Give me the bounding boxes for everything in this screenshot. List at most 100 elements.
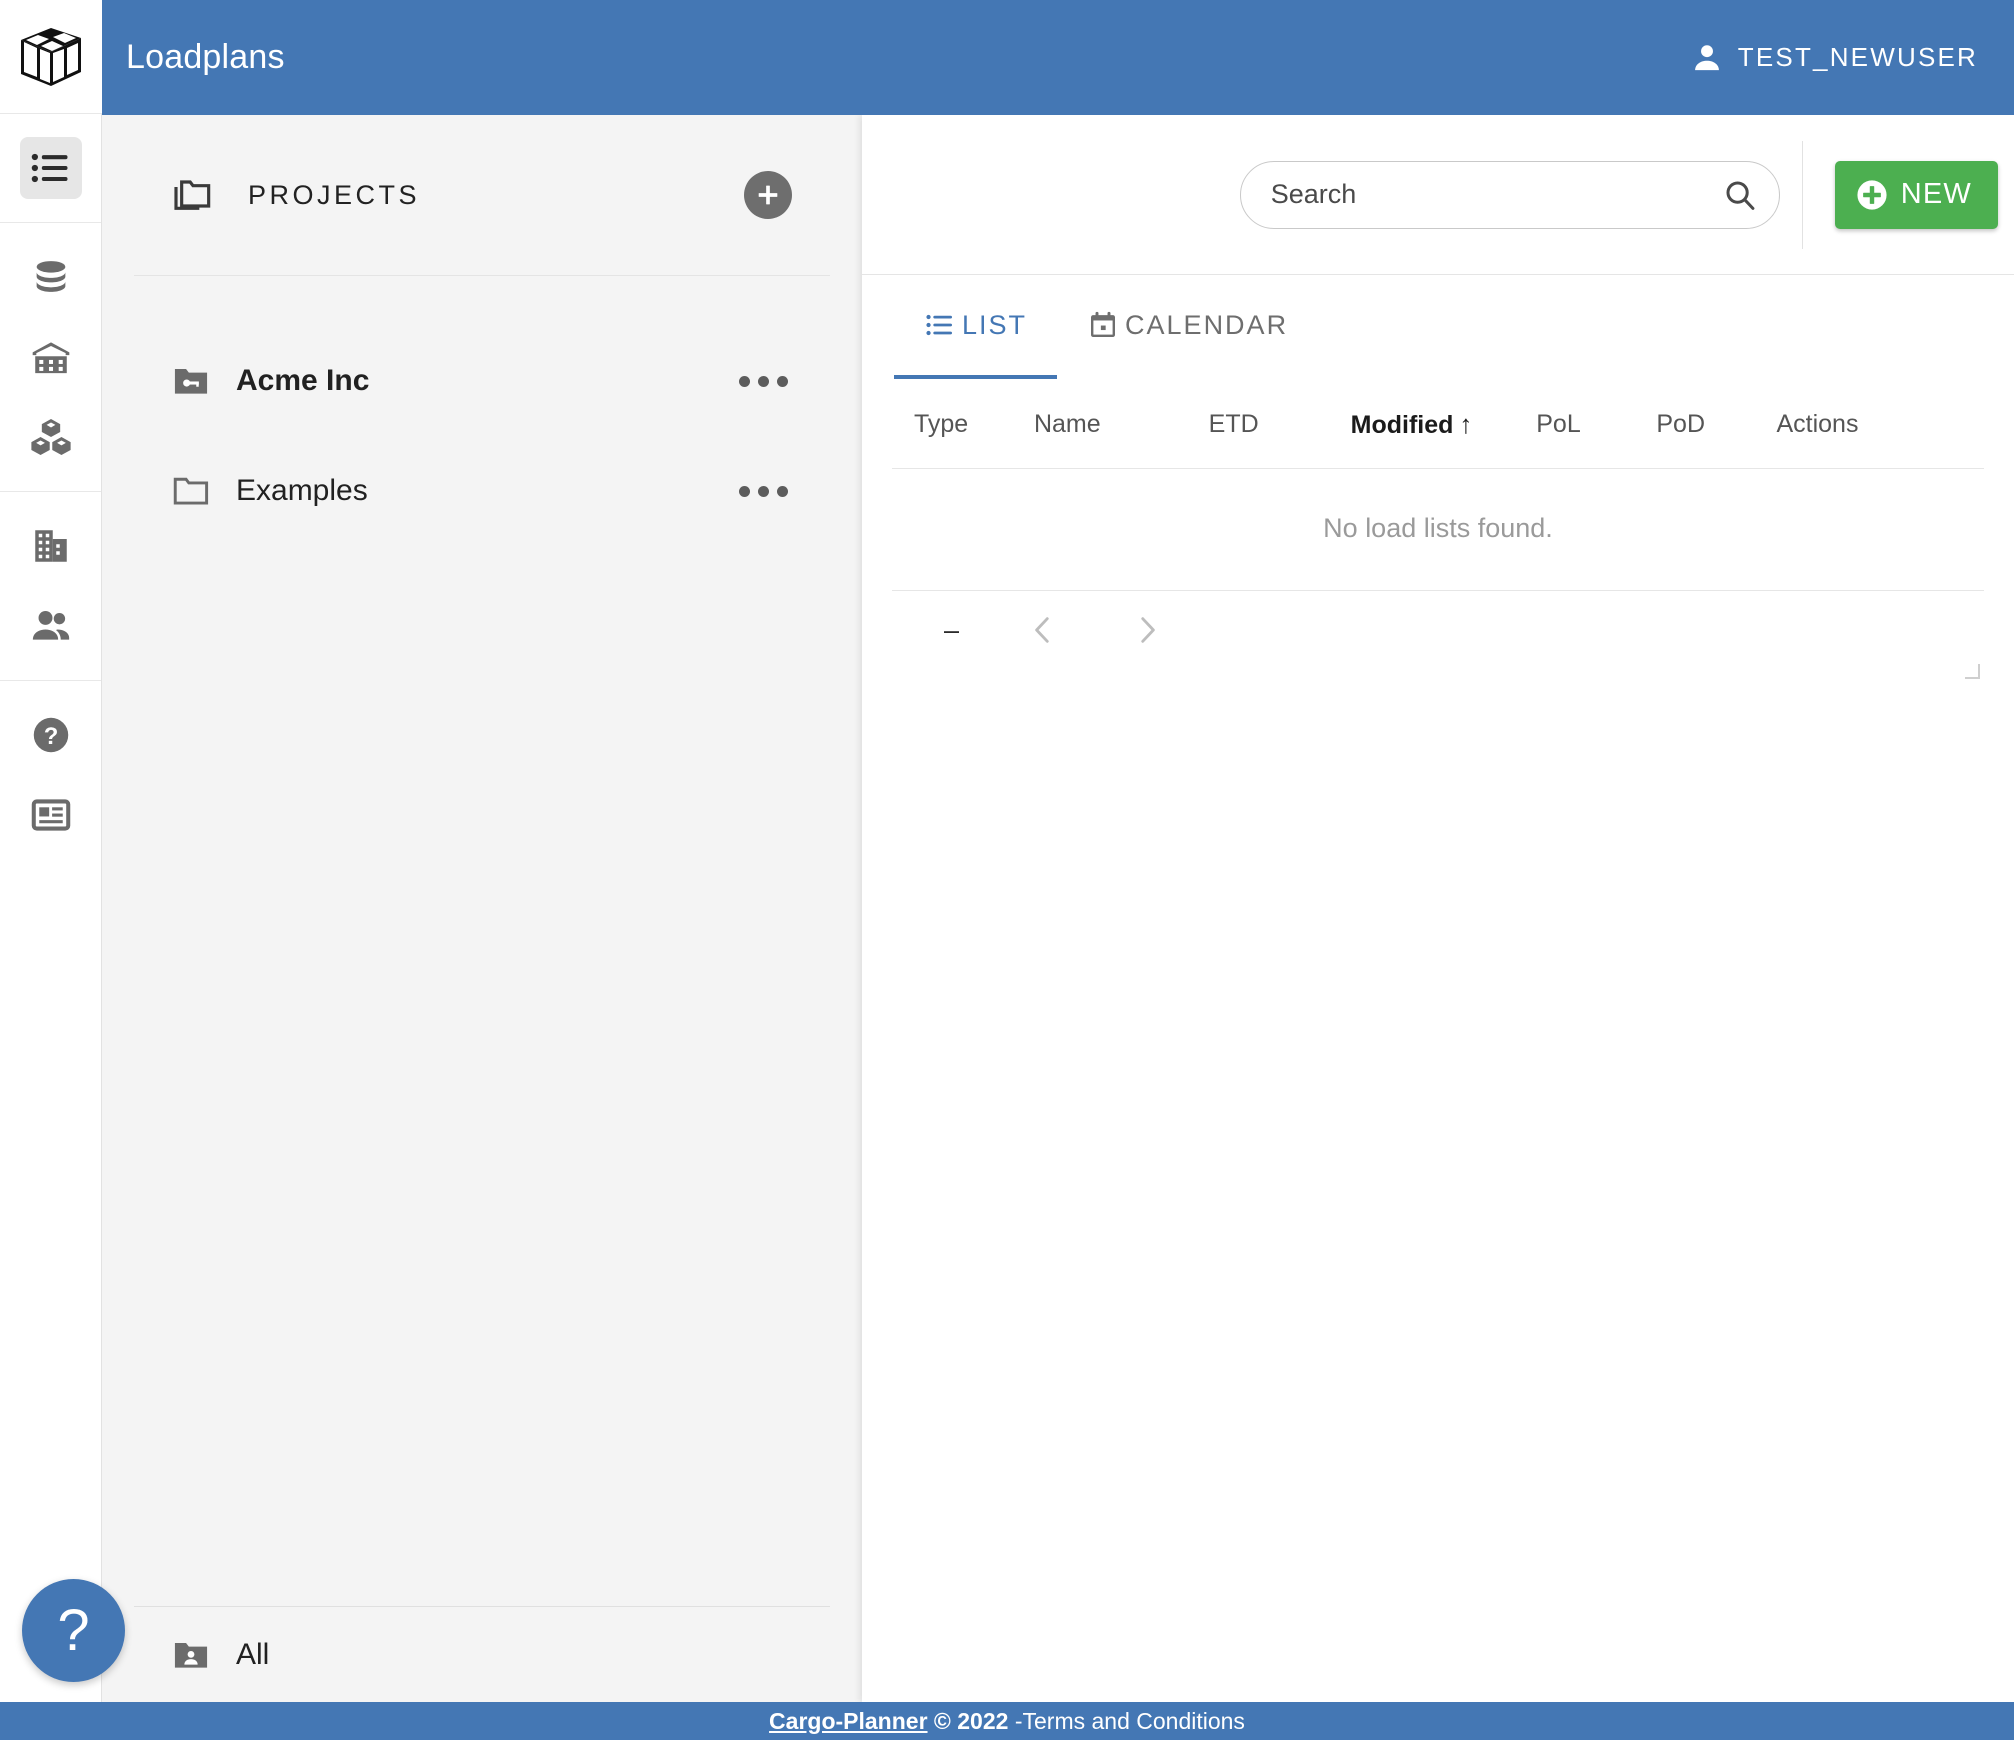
sidebar-item-users[interactable]	[0, 586, 102, 666]
table-resize-handle[interactable]	[1964, 663, 1982, 681]
page-title: Loadplans	[126, 38, 285, 77]
column-header-pod[interactable]: PoD	[1656, 379, 1776, 469]
app-logo[interactable]	[0, 0, 102, 114]
tab-list[interactable]: LIST	[894, 275, 1057, 379]
rail-group-primary	[0, 114, 101, 223]
sidebar-item-help[interactable]: ?	[0, 695, 102, 775]
user-menu[interactable]: TEST_NEWUSER	[1690, 41, 1990, 75]
plus-icon	[755, 182, 781, 208]
pagination-controls: –	[892, 591, 1984, 671]
column-label: PoL	[1536, 410, 1580, 438]
project-options-button[interactable]	[735, 366, 792, 397]
tab-label: LIST	[962, 310, 1027, 341]
column-label: PoD	[1656, 410, 1705, 438]
help-floating-button[interactable]: ?	[22, 1579, 125, 1682]
column-label: Modified	[1351, 411, 1454, 439]
article-icon	[29, 793, 73, 837]
column-header-name[interactable]: Name	[1034, 379, 1209, 469]
footer-brand-link[interactable]: Cargo-Planner	[769, 1708, 927, 1734]
previous-page-button[interactable]	[1018, 609, 1068, 651]
folder-shared-icon	[172, 1638, 210, 1672]
sidebar-item-warehouse[interactable]	[0, 317, 102, 397]
main-toolbar: NEW	[862, 115, 2014, 275]
search-input[interactable]	[1240, 161, 1780, 229]
page-indicator: –	[944, 615, 964, 646]
footer-bar: Cargo-Planner © 2022 -Terms and Conditio…	[0, 1702, 2014, 1740]
column-header-etd[interactable]: ETD	[1209, 379, 1351, 469]
project-options-button[interactable]	[735, 476, 792, 507]
sidebar-item-storage[interactable]	[0, 237, 102, 317]
main-content: NEW LIST CALENDAR	[862, 115, 2014, 1702]
footer-terms-link[interactable]: -Terms and Conditions	[1015, 1708, 1245, 1734]
view-tabs: LIST CALENDAR	[862, 275, 2014, 379]
project-row-acme-inc[interactable]: Acme Inc	[102, 326, 862, 436]
project-list: Acme Inc Examples	[102, 326, 862, 546]
building-icon	[30, 525, 72, 567]
person-icon	[1690, 41, 1724, 75]
chevron-left-icon	[1026, 613, 1060, 647]
all-label: All	[236, 1638, 269, 1672]
loadlist-table-zone: Type Name ETD Modified↑ PoL	[892, 379, 1984, 681]
search-icon[interactable]	[1722, 177, 1758, 213]
loadlist-table: Type Name ETD Modified↑ PoL	[892, 379, 1984, 591]
column-header-modified[interactable]: Modified↑	[1351, 379, 1537, 469]
column-label: Type	[914, 410, 968, 438]
project-label: Examples	[236, 474, 735, 508]
all-projects-section: All	[102, 1606, 862, 1702]
app-root: ? Loadplans	[0, 0, 2014, 1740]
rail-group-organization	[0, 492, 101, 681]
footer-copyright: © 2022	[934, 1708, 1009, 1734]
table-header: Type Name ETD Modified↑ PoL	[892, 379, 1984, 469]
new-button-label: NEW	[1901, 178, 1972, 211]
toolbar-divider	[1802, 141, 1803, 249]
user-name-label: TEST_NEWUSER	[1738, 42, 1978, 73]
column-header-type[interactable]: Type	[892, 379, 1034, 469]
empty-state-message: No load lists found.	[892, 469, 1984, 591]
database-icon	[30, 256, 72, 298]
project-label: Acme Inc	[236, 364, 735, 398]
calendar-icon	[1087, 309, 1119, 341]
sidebar-item-cargo[interactable]	[0, 397, 102, 477]
sidebar-item-loadplans[interactable]	[0, 128, 102, 208]
rail-group-resources	[0, 223, 101, 492]
table-empty-row: No load lists found.	[892, 469, 1984, 591]
footer-text: Cargo-Planner © 2022 -Terms and Conditio…	[769, 1708, 1245, 1735]
projects-panel: PROJECTS Acme Inc	[102, 115, 862, 1702]
column-label: ETD	[1209, 410, 1259, 438]
list-icon	[29, 146, 73, 190]
svg-text:?: ?	[44, 723, 59, 750]
sidebar-item-company[interactable]	[0, 506, 102, 586]
search-field-wrapper	[1240, 161, 1780, 229]
new-button[interactable]: NEW	[1835, 161, 1998, 229]
sidebar-item-news[interactable]	[0, 775, 102, 855]
people-icon	[29, 604, 73, 648]
tab-label: CALENDAR	[1125, 310, 1288, 341]
project-row-all[interactable]: All	[102, 1607, 862, 1702]
folder-key-icon	[172, 364, 210, 398]
projects-header-left: PROJECTS	[172, 175, 744, 215]
list-icon	[924, 309, 956, 341]
sort-ascending-icon: ↑	[1459, 409, 1472, 439]
folder-icon	[172, 474, 210, 508]
project-row-examples[interactable]: Examples	[102, 436, 862, 546]
next-page-button[interactable]	[1122, 609, 1172, 651]
column-header-pol[interactable]: PoL	[1536, 379, 1656, 469]
left-icon-rail: ?	[0, 0, 102, 1740]
column-label: Name	[1034, 410, 1101, 438]
table-header-row: Type Name ETD Modified↑ PoL	[892, 379, 1984, 469]
plus-circle-icon	[1853, 176, 1891, 214]
add-project-button[interactable]	[744, 171, 792, 219]
top-header-bar: Loadplans TEST_NEWUSER	[102, 0, 2014, 115]
tab-calendar[interactable]: CALENDAR	[1057, 275, 1318, 379]
help-circle-icon: ?	[29, 713, 73, 757]
chevron-right-icon	[1130, 613, 1164, 647]
projects-title: PROJECTS	[248, 180, 420, 211]
column-label: Actions	[1776, 410, 1858, 438]
projects-header: PROJECTS	[134, 115, 830, 276]
table-body: No load lists found.	[892, 469, 1984, 591]
cargo-planner-cube-logo	[17, 24, 85, 90]
boxes-icon	[29, 415, 73, 459]
warehouse-icon	[29, 335, 73, 379]
folders-icon	[172, 175, 216, 215]
column-header-actions: Actions	[1776, 379, 1984, 469]
